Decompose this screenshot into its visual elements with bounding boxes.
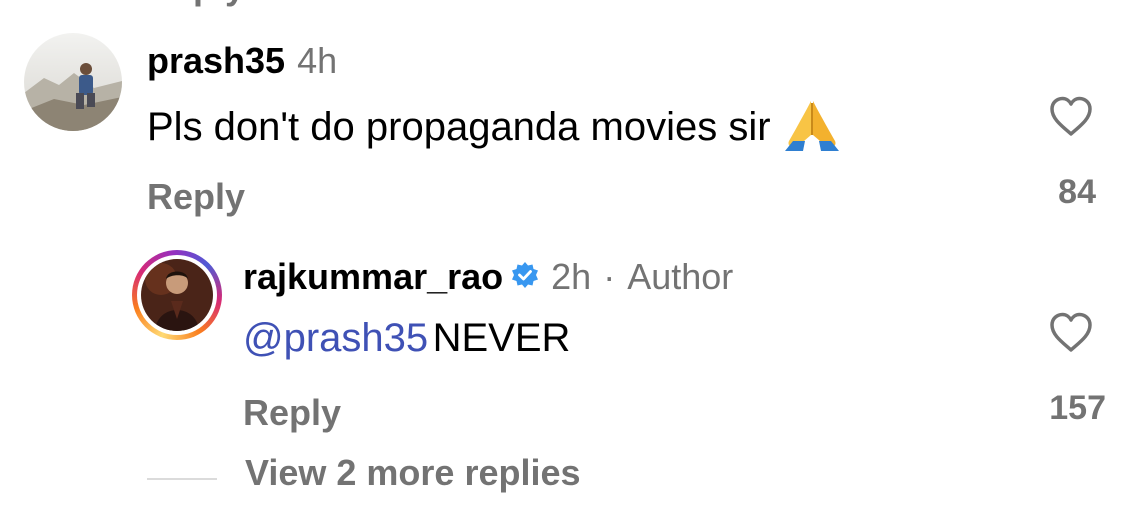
- username[interactable]: rajkummar_rao: [243, 256, 503, 298]
- avatar-ring-gap: [137, 255, 217, 335]
- avatar-prash35[interactable]: [24, 33, 122, 131]
- reply-header: rajkummar_rao 2h · Author: [243, 256, 733, 298]
- reply-body: @prash35 NEVER: [243, 316, 570, 361]
- meta-separator: ·: [603, 256, 616, 297]
- username[interactable]: prash35: [147, 40, 285, 82]
- verified-badge-icon: [511, 261, 539, 294]
- reply-text: NEVER: [432, 316, 571, 360]
- like-heart-icon[interactable]: [1048, 95, 1094, 137]
- author-label: Author: [627, 256, 734, 297]
- reply-button[interactable]: Reply: [243, 392, 341, 434]
- replies-divider: [147, 478, 217, 480]
- comment-text: Pls don't do propaganda movies sir: [147, 105, 771, 149]
- view-more-replies-button[interactable]: View 2 more replies: [245, 452, 581, 494]
- mention-link[interactable]: @prash35: [243, 316, 428, 360]
- folded-hands-emoji-icon: [783, 97, 841, 158]
- timestamp: 4h: [297, 40, 338, 81]
- like-count: 157: [1049, 389, 1106, 427]
- avatar-rajkummar-rao[interactable]: [132, 250, 222, 340]
- reply-button[interactable]: Reply: [147, 176, 245, 218]
- comment-header: prash35 4h: [147, 40, 337, 82]
- timestamp: 2h: [551, 256, 592, 297]
- comment-body: Pls don't do propaganda movies sir: [147, 97, 841, 158]
- previous-reply-button[interactable]: Reply: [147, 0, 245, 8]
- profile-photo: [24, 33, 122, 131]
- profile-photo-with-story-ring: [141, 259, 213, 331]
- like-heart-icon[interactable]: [1048, 311, 1094, 353]
- like-count: 84: [1058, 173, 1096, 211]
